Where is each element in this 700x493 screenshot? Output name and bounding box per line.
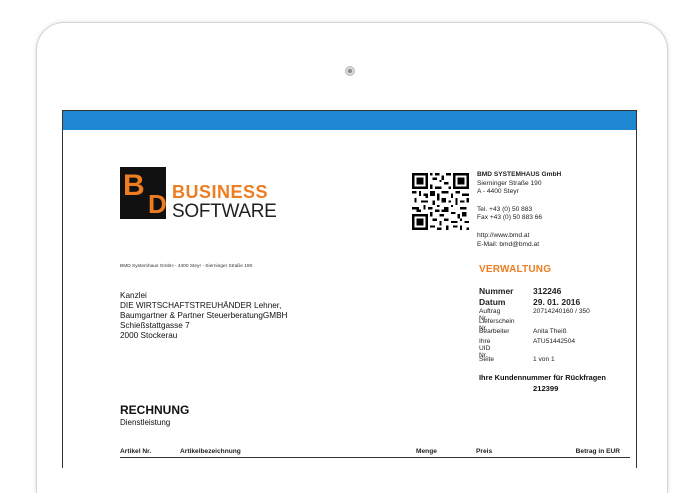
column-header-artikel-nr: Artikel Nr. [120, 448, 152, 455]
company-web-link[interactable]: http://www.bmd.at [477, 232, 561, 241]
recipient-line: DIE WIRTSCHAFTSTREUHÄNDER Lehner, [120, 301, 282, 310]
column-header-betrag: Betrag in EUR [575, 448, 620, 455]
company-address: BMD SYSTEMHAUS GmbH Sierninger Straße 19… [477, 171, 561, 249]
verwaltung-heading: VERWALTUNG [479, 264, 552, 275]
recipient-line: 2000 Stockerau [120, 331, 178, 340]
recipient-line: Kanzlei [120, 291, 147, 300]
sender-line: BMD Systemhaus GmbH - 4400 Steyr - Siern… [120, 264, 253, 269]
bmd-logo-mark: B D [120, 167, 167, 219]
document-title: RECHNUNG [120, 403, 190, 417]
customer-number: 212399 [533, 384, 559, 393]
header-bar [63, 111, 636, 130]
document-subtitle: Dienstleistung [120, 418, 171, 427]
column-header-bezeichnung: Artikelbezeichnung [180, 448, 241, 455]
recipient-line: Schießstattgasse 7 [120, 321, 190, 330]
company-name: BMD SYSTEMHAUS GmbH [477, 171, 562, 178]
company-fax: Fax +43 (0) 50 883 66 [477, 214, 543, 222]
company-phone: Tel. +43 (0) 50 883 [477, 205, 533, 213]
column-header-preis: Preis [476, 448, 493, 455]
qr-code-icon [412, 173, 469, 230]
recipient-address: Kanzlei DIE WIRTSCHAFTSTREUHÄNDER Lehner… [120, 291, 287, 341]
invoice-number: 312246 [533, 286, 562, 296]
table-divider [120, 457, 630, 458]
company-city: A - 4400 Steyr [477, 188, 519, 196]
invoice-date: 29. 01. 2016 [533, 297, 581, 307]
logo-text-software: SOFTWARE [172, 201, 277, 222]
recipient-line: Baumgartner & Partner SteuerberatungGMBH [120, 311, 288, 320]
customer-number-label: Ihre Kundennummer für Rückfragen [479, 373, 606, 382]
company-email[interactable]: E-Mail: bmd@bmd.at [477, 241, 561, 250]
camera-icon [345, 66, 355, 76]
column-header-menge: Menge [416, 448, 437, 455]
company-street: Sierninger Straße 190 [477, 179, 542, 187]
invoice-document: B D BUSINESS SOFTWARE BMD SYSTEMHAUS Gmb… [62, 110, 637, 468]
logo-text-business: BUSINESS [172, 182, 269, 202]
